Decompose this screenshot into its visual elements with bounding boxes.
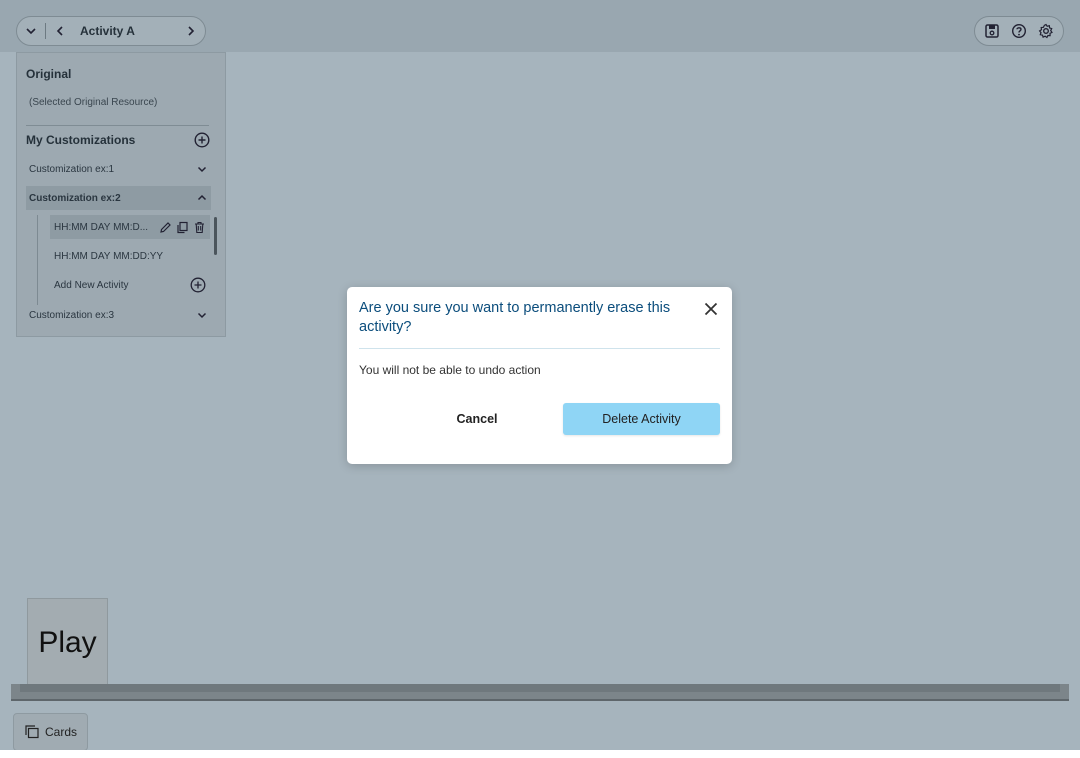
plus-circle-icon (194, 132, 210, 148)
card-shelf-top (20, 684, 1060, 692)
copy-icon[interactable] (176, 221, 189, 234)
divider (26, 125, 209, 126)
customization-label: Customization ex:1 (29, 163, 115, 175)
tree-line (37, 215, 38, 305)
activity-label: HH:MM DAY MM:DD:YY (54, 250, 164, 262)
dialog-message: You will not be able to undo action (359, 363, 541, 377)
help-icon[interactable] (1007, 19, 1031, 43)
scrollbar-thumb[interactable] (214, 217, 217, 255)
customization-sidebar: Original (Selected Original Resource) My… (16, 52, 226, 337)
chevron-left-icon[interactable] (46, 17, 74, 45)
chevron-down-icon[interactable] (17, 17, 45, 45)
cancel-button[interactable]: Cancel (417, 403, 537, 435)
chevron-right-icon[interactable] (177, 17, 205, 45)
customization-item[interactable]: Customization ex:3 (26, 303, 211, 327)
add-customization-button[interactable] (194, 132, 210, 151)
activity-title: Activity A (80, 24, 135, 38)
activity-label: HH:MM DAY MM:D... (54, 221, 149, 233)
add-activity-row[interactable]: Add New Activity (50, 273, 210, 297)
customizations-title: My Customizations (26, 133, 136, 147)
confirm-delete-dialog: Are you sure you want to permanently era… (347, 287, 732, 464)
chevron-down-icon[interactable] (196, 163, 208, 175)
customization-label: Customization ex:2 (29, 192, 121, 204)
original-resource[interactable]: (Selected Original Resource) (29, 97, 157, 108)
delete-activity-button[interactable]: Delete Activity (563, 403, 720, 435)
bottom-strip (0, 750, 1080, 758)
dialog-title: Are you sure you want to permanently era… (359, 300, 671, 335)
cards-icon (25, 725, 39, 739)
cards-label: Cards (44, 725, 77, 739)
save-icon[interactable] (980, 19, 1004, 43)
play-card[interactable]: Play (27, 598, 108, 688)
cards-button[interactable]: Cards (13, 713, 88, 751)
activity-selector[interactable]: Activity A (16, 16, 206, 46)
chevron-up-icon[interactable] (196, 192, 208, 204)
add-activity-label: Add New Activity (54, 279, 129, 291)
play-label: Play (38, 626, 97, 659)
customization-item[interactable]: Customization ex:1 (26, 157, 211, 181)
activity-item[interactable]: HH:MM DAY MM:DD:YY (50, 244, 210, 268)
toolbar-actions (974, 16, 1064, 46)
plus-circle-icon[interactable] (190, 277, 206, 293)
trash-icon[interactable] (193, 221, 206, 234)
customization-item-active[interactable]: Customization ex:2 (26, 186, 211, 210)
customization-label: Customization ex:3 (29, 309, 115, 321)
dialog-divider (359, 348, 720, 349)
edit-icon[interactable] (159, 221, 172, 234)
close-icon[interactable] (702, 300, 720, 318)
gear-icon[interactable] (1034, 19, 1058, 43)
original-title: Original (26, 67, 72, 81)
chevron-down-icon[interactable] (196, 309, 208, 321)
activity-item-selected[interactable]: HH:MM DAY MM:D... (50, 215, 210, 239)
